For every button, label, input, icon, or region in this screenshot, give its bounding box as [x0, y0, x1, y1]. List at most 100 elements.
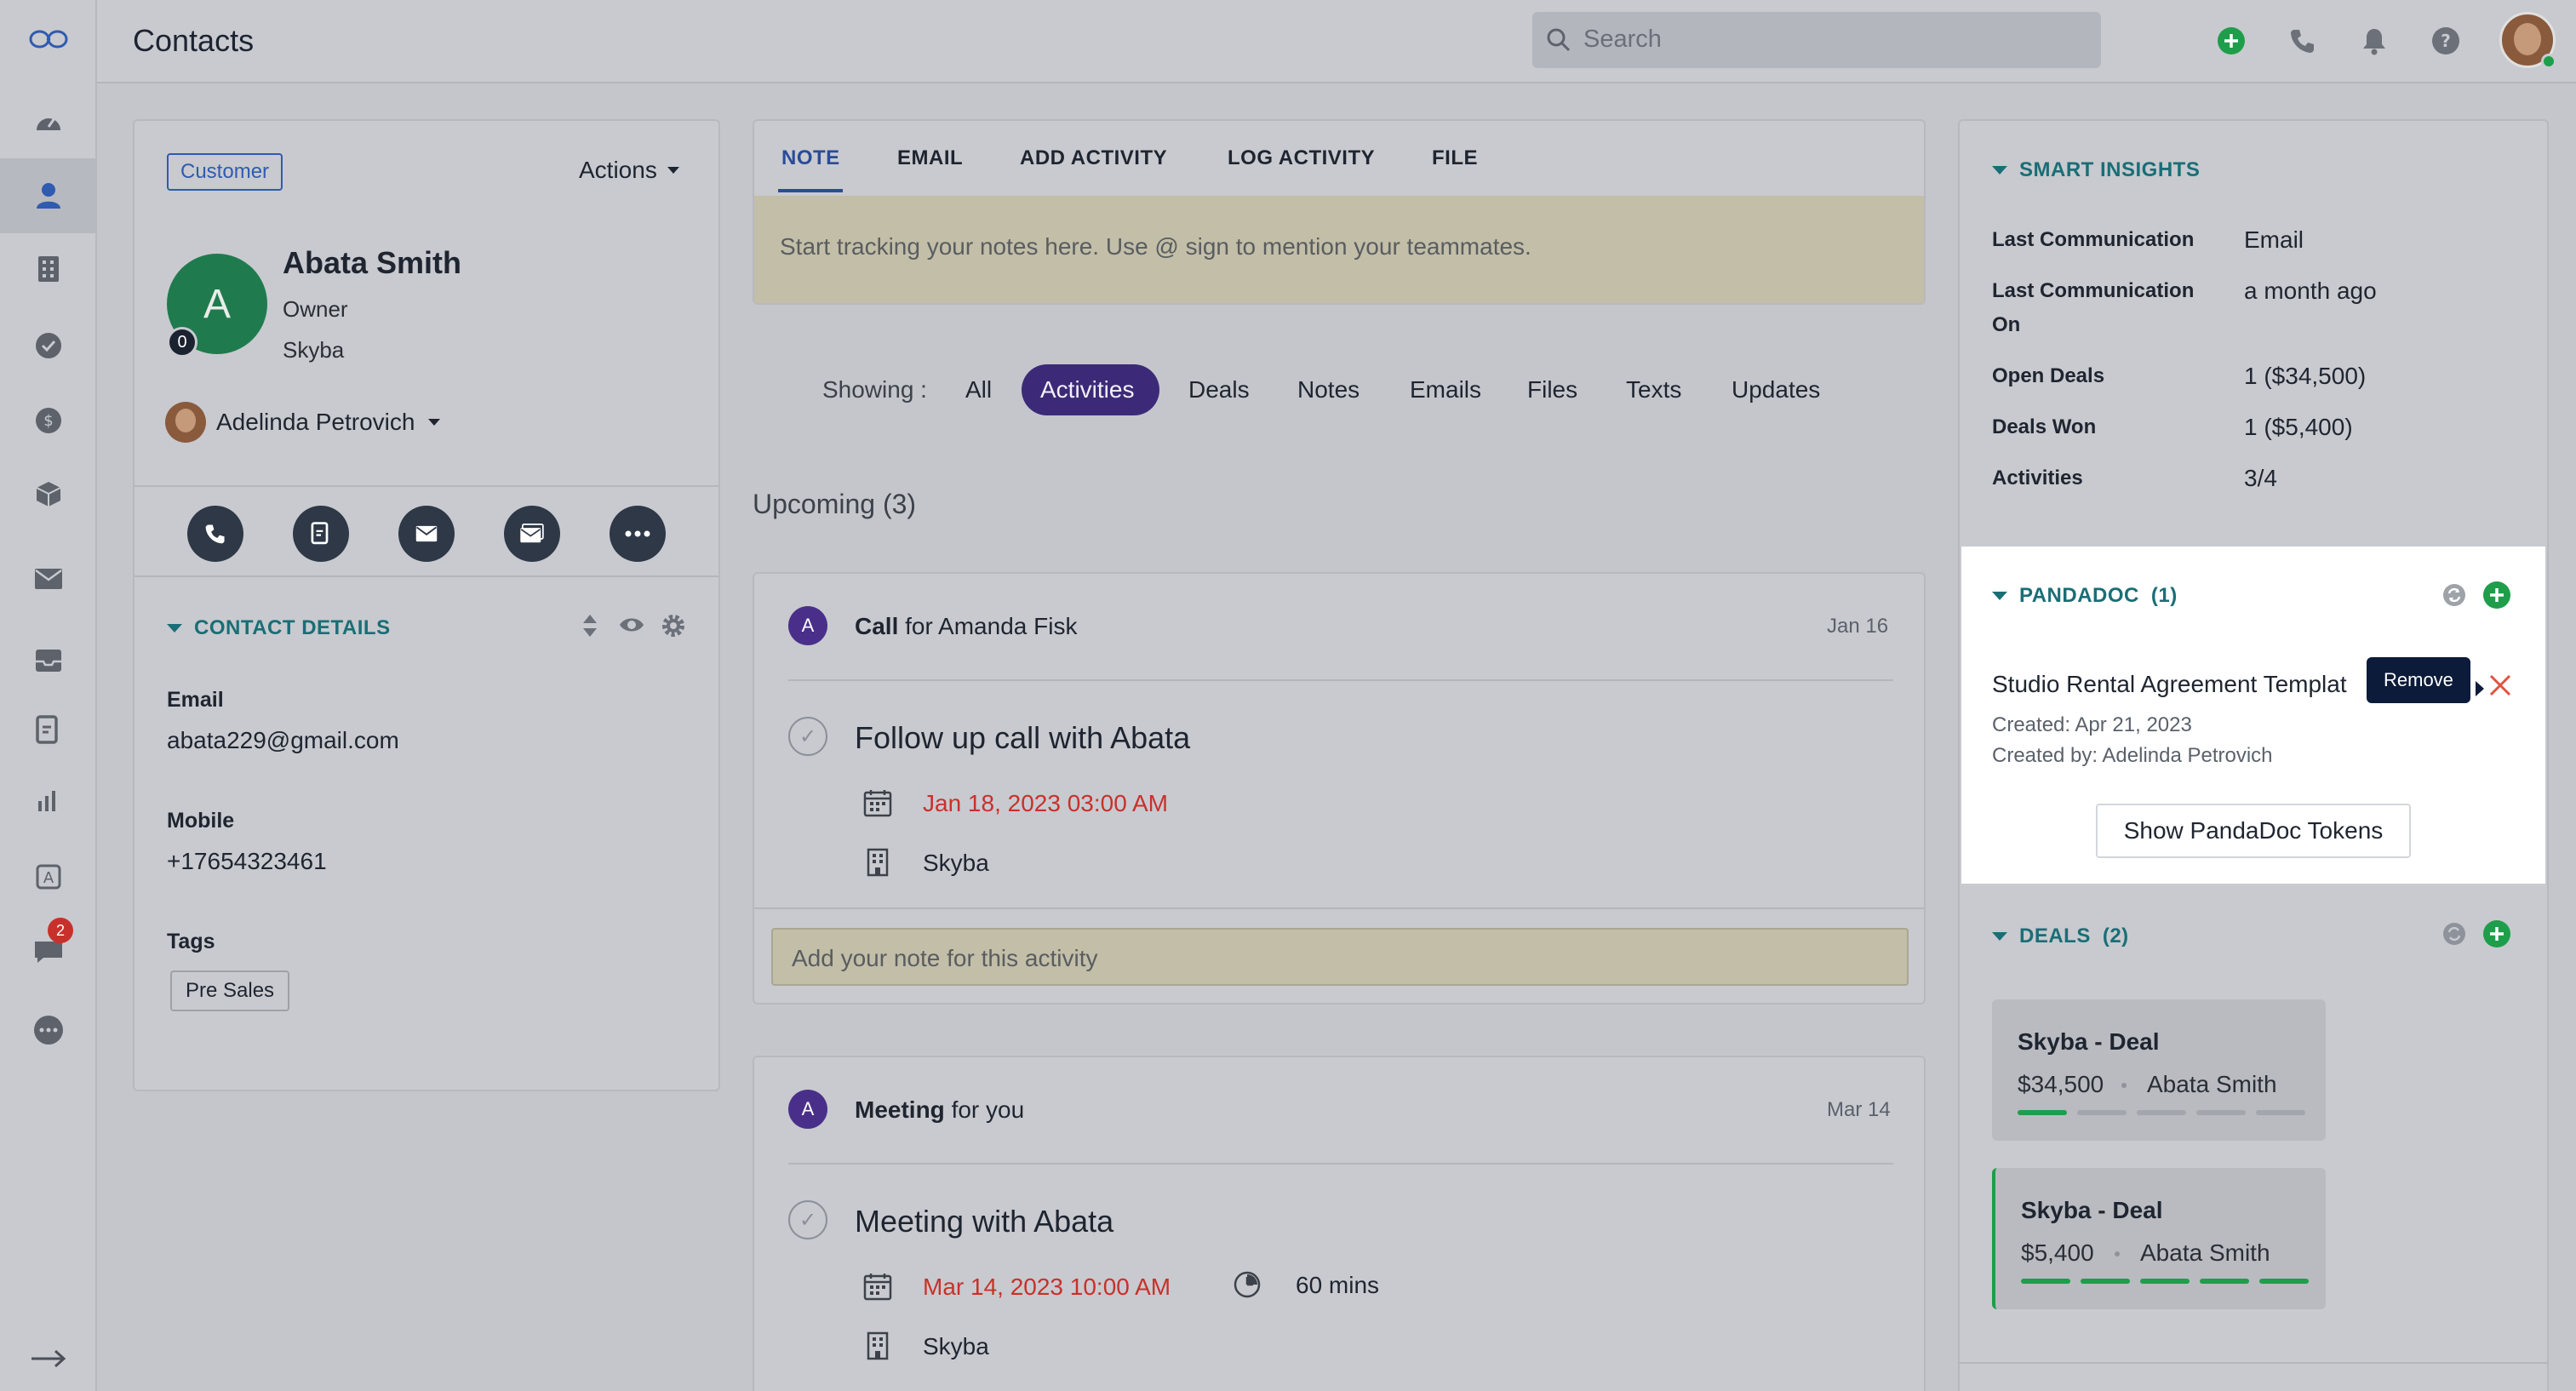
deals-icon[interactable]: $	[28, 400, 69, 441]
activity-title[interactable]: Follow up call with Abata	[855, 720, 1190, 756]
close-icon[interactable]	[2487, 673, 2513, 698]
filter-notes[interactable]: Notes	[1297, 376, 1360, 404]
pandadoc-document-title[interactable]: Studio Rental Agreement Templat	[1992, 671, 2347, 698]
filter-all[interactable]: All	[965, 376, 992, 404]
pandadoc-toggle[interactable]: PANDADOC (1)	[1992, 584, 2178, 608]
tag-chip[interactable]: Pre Sales	[170, 970, 290, 1011]
settings-gear-icon[interactable]	[661, 613, 686, 643]
deal-stage-segment	[2200, 1279, 2249, 1284]
accounts-icon[interactable]	[28, 249, 69, 289]
activity-note-input[interactable]: Add your note for this activity	[771, 928, 1909, 986]
eye-icon[interactable]	[618, 615, 645, 639]
deals-toggle[interactable]: DEALS (2)	[1992, 924, 2129, 948]
insight-label: Last Communication	[1992, 279, 2195, 302]
insight-label: Last Communication	[1992, 228, 2195, 251]
deal-stage-segment	[2259, 1279, 2309, 1284]
deal-stage-segment	[2256, 1110, 2305, 1115]
filter-deals[interactable]: Deals	[1188, 376, 1250, 404]
campaign-button[interactable]	[504, 506, 560, 562]
top-bar: Contacts Search ?	[97, 0, 2576, 83]
sort-fields-icon[interactable]	[581, 613, 599, 643]
tab-note[interactable]: NOTE	[781, 146, 840, 170]
contact-company[interactable]: Skyba	[283, 337, 344, 363]
dashboard-icon[interactable]	[28, 100, 69, 141]
contact-role: Owner	[283, 296, 348, 322]
pandadoc-count: (1)	[2150, 584, 2178, 607]
show-pandadoc-tokens-button[interactable]: Show PandaDoc Tokens	[2096, 804, 2411, 858]
filter-activities[interactable]: Activities	[1040, 376, 1134, 404]
avatar-count-badge: 0	[167, 327, 197, 358]
email-value[interactable]: abata229@gmail.com	[167, 727, 399, 754]
activity-company[interactable]: Skyba	[923, 850, 989, 877]
owner-selector[interactable]: Adelinda Petrovich	[165, 402, 441, 443]
more-apps-icon[interactable]	[28, 1010, 69, 1050]
refresh-icon[interactable]	[2441, 921, 2467, 947]
chevron-down-icon	[428, 419, 441, 426]
expand-arrow-icon[interactable]	[28, 1338, 69, 1379]
products-icon[interactable]	[28, 473, 69, 514]
caret-down-icon	[1992, 166, 2007, 175]
tab-email[interactable]: EMAIL	[897, 146, 963, 170]
call-button[interactable]	[187, 506, 243, 562]
reports-icon[interactable]	[28, 780, 69, 821]
deal-name: Skyba - Deal	[2018, 1028, 2160, 1055]
divider	[788, 679, 1893, 681]
pandadoc-created-by: Created by: Adelinda Petrovich	[1992, 744, 2273, 767]
document-button[interactable]	[293, 506, 349, 562]
deals-count: (2)	[2102, 924, 2129, 947]
phone-icon[interactable]	[2285, 23, 2321, 59]
tasks-icon[interactable]	[28, 325, 69, 366]
document-icon	[311, 522, 329, 545]
lifecycle-badge[interactable]: Customer	[167, 153, 283, 191]
filter-emails[interactable]: Emails	[1410, 376, 1481, 404]
user-avatar[interactable]	[2499, 12, 2556, 69]
contact-details-toggle[interactable]: CONTACT DETAILS	[167, 616, 391, 640]
search-input[interactable]: Search	[1532, 12, 2101, 68]
filter-updates[interactable]: Updates	[1732, 376, 1820, 404]
deal-stage-segment	[2021, 1279, 2070, 1284]
actions-dropdown[interactable]: Actions	[579, 157, 679, 184]
deal-card[interactable]: Skyba - Deal $5,400 Abata Smith	[1992, 1168, 2326, 1309]
insight-value: a month ago	[2244, 278, 2377, 304]
svg-text:$: $	[43, 412, 53, 430]
filter-files[interactable]: Files	[1527, 376, 1577, 404]
building-icon	[867, 848, 889, 877]
activity-due: Jan 18, 2023 03:00 AM	[923, 790, 1168, 816]
deal-stage-segment	[2137, 1110, 2186, 1115]
email-button[interactable]	[398, 506, 455, 562]
help-icon[interactable]: ?	[2428, 23, 2464, 59]
tab-file[interactable]: FILE	[1432, 146, 1478, 170]
refresh-icon[interactable]	[2441, 582, 2467, 608]
inbox-icon[interactable]	[28, 640, 69, 681]
activity-title[interactable]: Meeting with Abata	[855, 1204, 1113, 1239]
activity-for: for Amanda Fisk	[905, 613, 1078, 639]
add-icon[interactable]	[2482, 919, 2511, 948]
active-tab-underline	[778, 189, 843, 192]
insight-value: 1 ($5,400)	[2244, 414, 2353, 440]
contacts-icon[interactable]	[28, 175, 69, 216]
automation-icon[interactable]: A	[28, 856, 69, 897]
more-actions-button[interactable]	[610, 506, 666, 562]
activity-company[interactable]: Skyba	[923, 1333, 989, 1360]
app-logo-icon[interactable]	[28, 19, 69, 60]
calendar-icon	[863, 790, 892, 817]
tab-log-activity[interactable]: LOG ACTIVITY	[1228, 146, 1375, 170]
tab-add-activity[interactable]: ADD ACTIVITY	[1020, 146, 1167, 170]
deal-contact: Abata Smith	[2147, 1071, 2277, 1097]
documents-icon[interactable]	[28, 710, 69, 751]
add-icon[interactable]	[2213, 23, 2249, 59]
filter-texts[interactable]: Texts	[1626, 376, 1681, 404]
divider	[135, 485, 718, 487]
activity-for: for you	[951, 1096, 1025, 1123]
complete-checkbox[interactable]: ✓	[788, 1200, 827, 1239]
add-icon[interactable]	[2482, 581, 2511, 610]
activity-card: A Meeting for you Mar 14 ✓ Meeting with …	[753, 1056, 1926, 1391]
upcoming-heading: Upcoming (3)	[753, 489, 917, 519]
deal-card[interactable]: Skyba - Deal $34,500 Abata Smith	[1992, 999, 2326, 1141]
smart-insights-toggle[interactable]: SMART INSIGHTS	[1992, 158, 2200, 182]
notifications-bell-icon[interactable]	[2356, 23, 2392, 59]
mail-icon[interactable]	[28, 558, 69, 599]
complete-checkbox[interactable]: ✓	[788, 717, 827, 756]
deal-stage-segment	[2077, 1110, 2127, 1115]
mobile-value[interactable]: +17654323461	[167, 848, 327, 875]
